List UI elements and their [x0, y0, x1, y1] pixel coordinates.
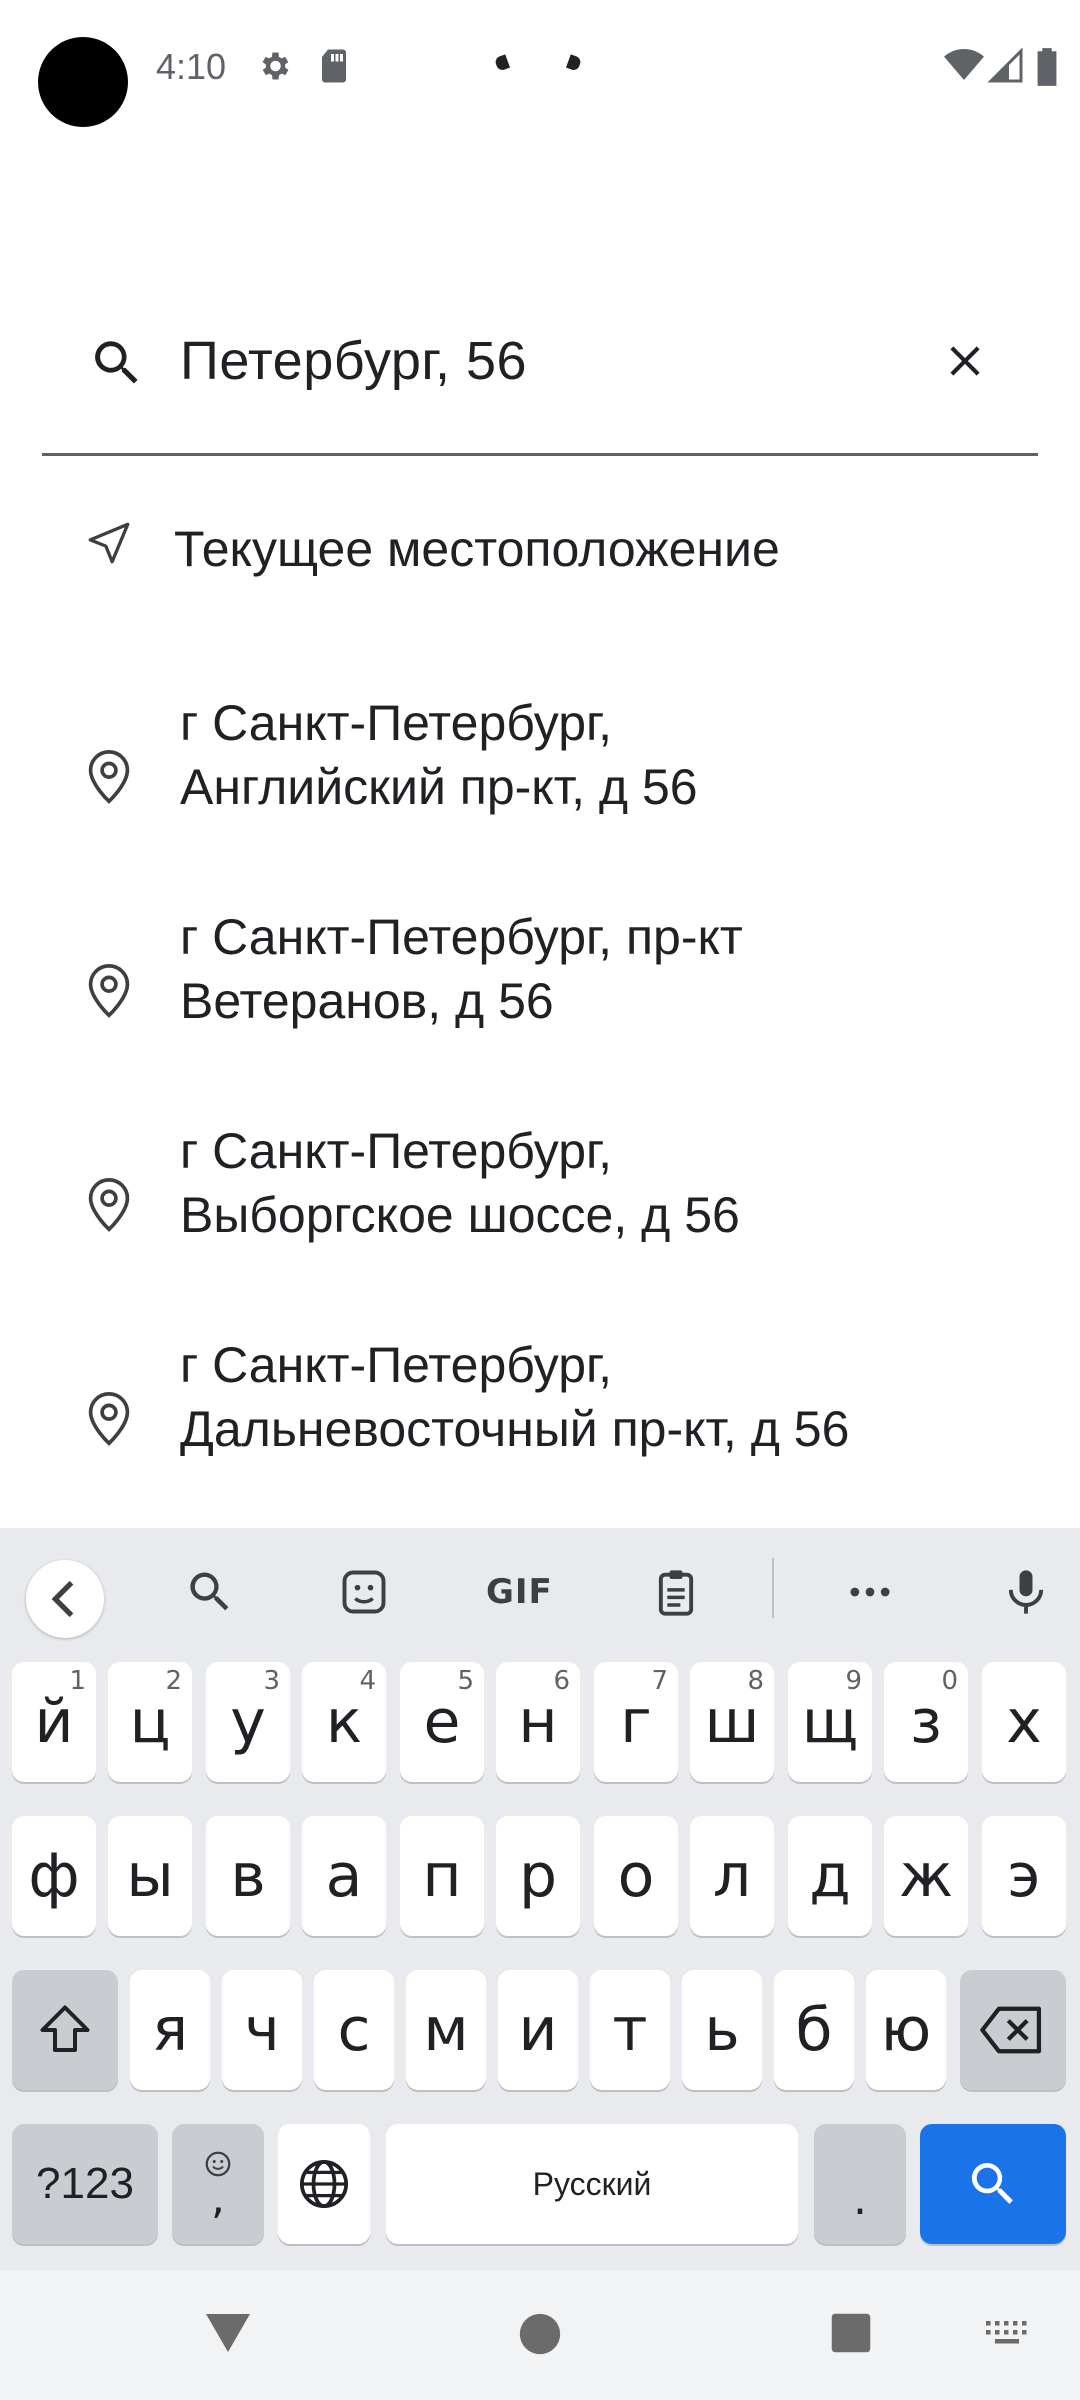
key[interactable]: б — [774, 1970, 854, 2090]
toolbar-back-button[interactable] — [26, 1560, 104, 1638]
backspace-key[interactable] — [960, 1970, 1066, 2090]
recents-square-icon[interactable] — [830, 2312, 872, 2354]
suggestion-line2: Выборгское шоссе, д 56 — [180, 1187, 740, 1243]
suggestion-line2: Английский пр-кт, д 56 — [180, 759, 698, 815]
search-field[interactable]: Петербург, 56 — [42, 300, 1038, 456]
key[interactable]: ч — [222, 1970, 302, 2090]
key[interactable]: г7 — [594, 1662, 678, 1782]
back-triangle-icon[interactable] — [204, 2310, 252, 2354]
key[interactable]: к4 — [302, 1662, 386, 1782]
backspace-icon — [980, 2006, 1042, 2054]
location-pin-icon — [88, 1178, 130, 1232]
key[interactable]: е5 — [400, 1662, 484, 1782]
key[interactable]: ц2 — [108, 1662, 192, 1782]
globe-icon — [299, 2159, 349, 2209]
key[interactable]: я — [130, 1970, 210, 2090]
suggestion-line2: Дальневосточный пр-кт, д 56 — [180, 1401, 850, 1457]
key[interactable]: ы — [108, 1816, 192, 1936]
key[interactable]: з0 — [884, 1662, 968, 1782]
key[interactable]: у3 — [206, 1662, 290, 1782]
key[interactable]: р — [496, 1816, 580, 1936]
gear-icon — [262, 52, 289, 80]
shift-icon — [40, 2005, 90, 2052]
key[interactable]: ж — [884, 1816, 968, 1936]
navigation-bar — [0, 2270, 1080, 2400]
location-pin-icon — [88, 964, 130, 1018]
key[interactable]: й1 — [12, 1662, 96, 1782]
key[interactable]: ф — [12, 1816, 96, 1936]
gif-button[interactable]: GIF — [486, 1572, 553, 1612]
toolbar-divider — [772, 1558, 774, 1618]
key[interactable]: м — [406, 1970, 486, 2090]
search-action-key[interactable] — [920, 2124, 1066, 2244]
suggestion-line1: г Санкт-Петербург, — [180, 695, 613, 751]
key[interactable]: э — [982, 1816, 1066, 1936]
key[interactable]: ю — [866, 1970, 946, 2090]
key[interactable]: и — [498, 1970, 578, 2090]
current-location-item[interactable]: Текущее местоположение — [0, 470, 1080, 630]
key[interactable]: ш8 — [690, 1662, 774, 1782]
location-pin-icon — [88, 750, 130, 804]
symbols-key[interactable]: ?123 — [12, 2124, 158, 2244]
key[interactable]: в — [206, 1816, 290, 1936]
shift-key[interactable] — [12, 1970, 118, 2090]
suggestion-line1: г Санкт-Петербург, пр-кт — [180, 909, 743, 965]
notch-left — [493, 54, 511, 72]
period-key[interactable]: . — [814, 2124, 906, 2244]
key[interactable]: п — [400, 1816, 484, 1936]
search-icon — [971, 2163, 1013, 2204]
suggestion-line2: Ветеранов, д 56 — [180, 973, 554, 1029]
emoji-comma-key[interactable]: , — [172, 2124, 264, 2244]
keyboard-toolbar: GIF — [0, 1528, 1080, 1656]
key[interactable]: о — [594, 1816, 678, 1936]
on-screen-keyboard: GIF й1 ц2 у3 к4 е5 н6 г7 ш8 щ9 з0 х ф ы … — [0, 1528, 1080, 2270]
key[interactable]: н6 — [496, 1662, 580, 1782]
space-key[interactable]: Русский — [386, 2124, 798, 2244]
notch-right — [565, 54, 583, 72]
battery-icon — [1037, 48, 1057, 86]
key[interactable]: щ9 — [788, 1662, 872, 1782]
sticker-icon[interactable] — [338, 1566, 390, 1618]
status-bar: 4:10 — [0, 0, 1080, 130]
suggestion-item[interactable]: г Санкт-Петербург, Дальневосточный пр-кт… — [0, 1312, 1080, 1526]
key[interactable]: д — [788, 1816, 872, 1936]
search-icon — [95, 341, 138, 384]
home-circle-icon[interactable] — [518, 2312, 562, 2356]
microphone-icon[interactable] — [1000, 1566, 1052, 1618]
key[interactable]: а — [302, 1816, 386, 1936]
key[interactable]: т — [590, 1970, 670, 2090]
status-time: 4:10 — [156, 46, 227, 87]
suggestion-line1: г Санкт-Петербург, — [180, 1123, 613, 1179]
key[interactable]: х — [982, 1662, 1066, 1782]
search-icon[interactable] — [184, 1566, 236, 1618]
key[interactable]: л — [690, 1816, 774, 1936]
clipboard-icon[interactable] — [650, 1566, 702, 1618]
current-location-label: Текущее местоположение — [174, 521, 780, 577]
key[interactable]: ь — [682, 1970, 762, 2090]
close-icon[interactable] — [940, 336, 990, 386]
cell-signal-icon — [988, 48, 1023, 83]
wifi-icon — [944, 49, 984, 80]
language-key[interactable] — [278, 2124, 370, 2244]
suggestion-item[interactable]: г Санкт-Петербург, пр-кт Ветеранов, д 56 — [0, 884, 1080, 1098]
suggestion-item[interactable]: г Санкт-Петербург, Английский пр-кт, д 5… — [0, 670, 1080, 884]
navigation-arrow-icon — [88, 522, 130, 564]
sd-card-icon — [322, 49, 346, 83]
keyboard-switch-icon[interactable] — [984, 2318, 1030, 2348]
suggestion-item[interactable]: г Санкт-Петербург, Выборгское шоссе, д 5… — [0, 1098, 1080, 1312]
key[interactable]: с — [314, 1970, 394, 2090]
suggestion-line1: г Санкт-Петербург, — [180, 1337, 613, 1393]
camera-cutout — [38, 37, 128, 127]
more-horizontal-icon[interactable] — [844, 1566, 896, 1618]
search-input[interactable]: Петербург, 56 — [180, 330, 527, 392]
location-pin-icon — [88, 1392, 130, 1446]
chevron-left-icon — [51, 1580, 74, 1618]
